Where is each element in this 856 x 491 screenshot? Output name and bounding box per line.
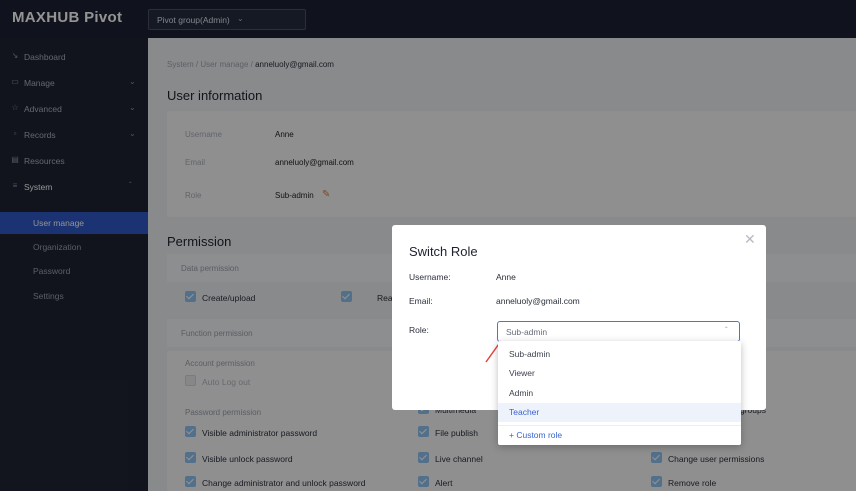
role-option-viewer[interactable]: Viewer bbox=[498, 364, 741, 383]
dialog-role-label: Role: bbox=[409, 325, 429, 335]
dialog-title: Switch Role bbox=[409, 244, 478, 259]
role-select[interactable]: Sub-admin ˆ bbox=[497, 321, 740, 342]
chevron-up-icon: ˆ bbox=[725, 326, 728, 335]
dialog-email-label: Email: bbox=[409, 296, 433, 306]
dialog-username-label: Username: bbox=[409, 272, 451, 282]
role-option-teacher[interactable]: Teacher bbox=[498, 403, 741, 422]
dialog-username-value: Anne bbox=[496, 272, 516, 282]
dialog-email-row: Email: anneluoly@gmail.com bbox=[409, 296, 580, 306]
role-option-admin[interactable]: Admin bbox=[498, 384, 741, 403]
close-icon[interactable]: ✕ bbox=[744, 231, 756, 248]
role-select-value: Sub-admin bbox=[506, 327, 548, 337]
dialog-role-row: Role: bbox=[409, 325, 429, 335]
role-option-sub-admin[interactable]: Sub-admin bbox=[498, 345, 741, 364]
dialog-username-row: Username: Anne bbox=[409, 272, 516, 282]
add-custom-role-button[interactable]: + Custom role bbox=[498, 425, 741, 444]
role-dropdown-menu: Sub-admin Viewer Admin Teacher + Custom … bbox=[498, 341, 741, 445]
dialog-email-value: anneluoly@gmail.com bbox=[496, 296, 580, 306]
